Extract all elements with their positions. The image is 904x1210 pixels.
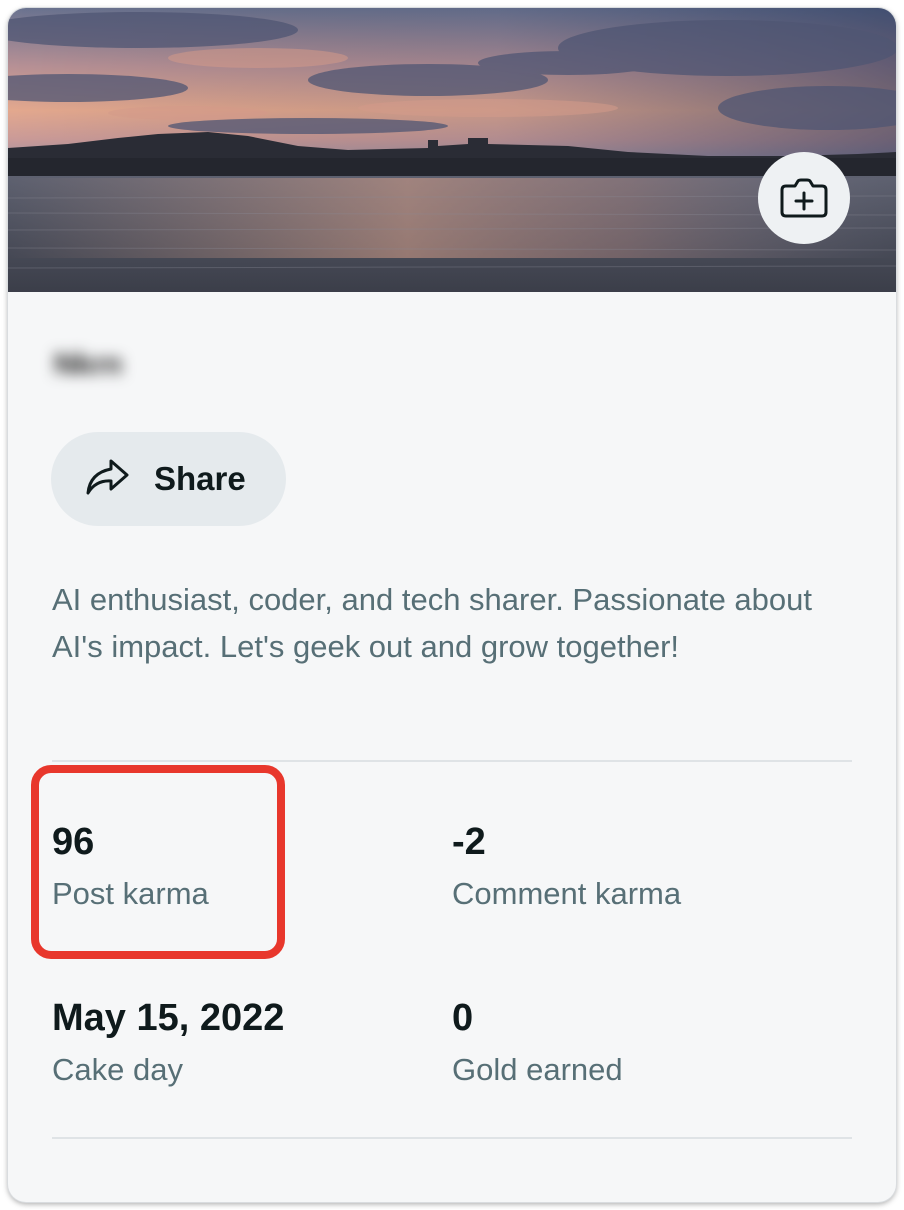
camera-add-icon <box>779 177 829 219</box>
stat-label: Cake day <box>52 1052 183 1087</box>
sunset-lake-photo <box>8 8 896 292</box>
stat-cake-day: May 15, 2022 Cake day <box>52 996 284 1090</box>
profile-card: Nkrn Share AI enthusiast, coder, and tec… <box>8 8 896 1202</box>
profile-username: Nkrn <box>54 348 123 381</box>
stat-label: Gold earned <box>452 1052 623 1087</box>
stat-value: May 15, 2022 <box>52 997 285 1039</box>
profile-banner-image <box>8 8 896 292</box>
highlight-annotation-box <box>31 765 285 959</box>
share-button[interactable]: Share <box>51 432 286 526</box>
divider <box>52 1137 852 1139</box>
add-banner-photo-button[interactable] <box>758 152 850 244</box>
divider <box>52 760 852 762</box>
share-button-label: Share <box>154 460 246 497</box>
stat-value: -2 <box>452 821 486 863</box>
profile-bio: AI enthusiast, coder, and tech sharer. P… <box>52 582 812 664</box>
stat-gold-earned: 0 Gold earned <box>452 996 623 1090</box>
stat-label: Comment karma <box>452 876 682 911</box>
share-arrow-icon <box>84 457 130 502</box>
stat-value: 0 <box>452 997 474 1039</box>
stat-comment-karma: -2 Comment karma <box>452 820 681 914</box>
